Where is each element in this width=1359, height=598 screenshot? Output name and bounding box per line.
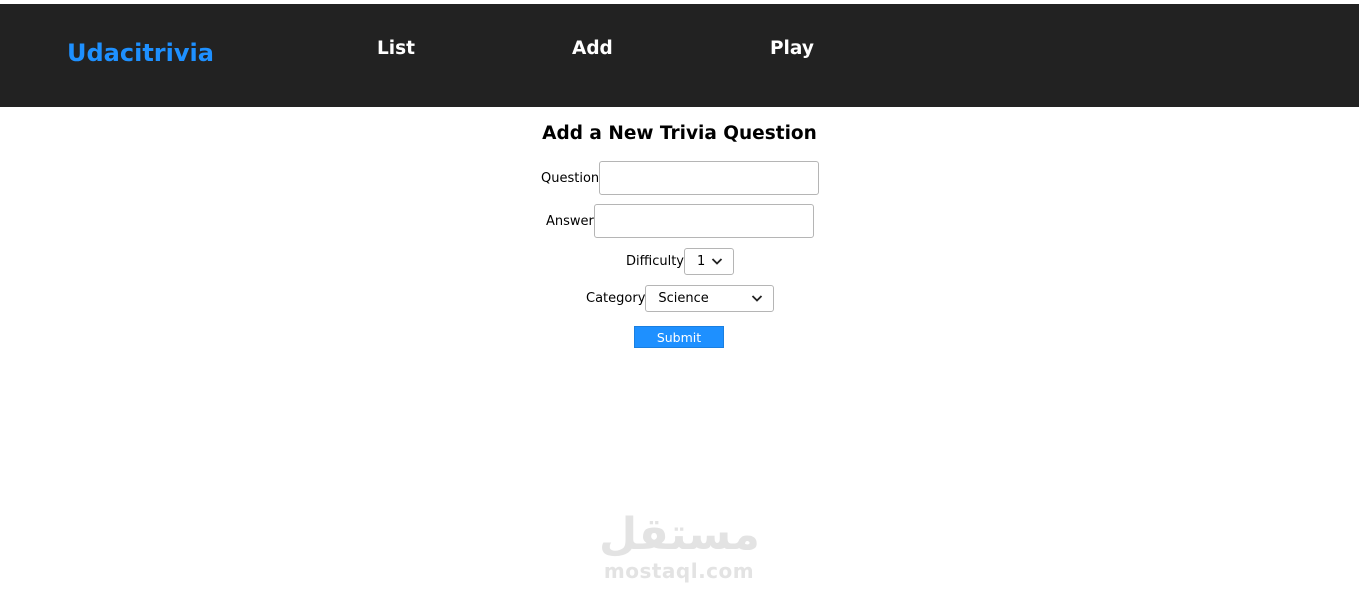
watermark: مستقل mostaql.com bbox=[599, 509, 760, 590]
nav-link-add[interactable]: Add bbox=[572, 36, 613, 62]
submit-button[interactable]: Submit bbox=[634, 326, 724, 348]
difficulty-row: Difficulty 1 bbox=[626, 248, 734, 275]
category-select[interactable]: Science bbox=[645, 285, 775, 312]
navbar: Udacitrivia List Add Play bbox=[0, 4, 1359, 107]
brand-logo[interactable]: Udacitrivia bbox=[67, 37, 214, 69]
page: Udacitrivia List Add Play Add a New Triv… bbox=[0, 0, 1359, 598]
difficulty-label: Difficulty bbox=[626, 254, 684, 269]
nav-link-list[interactable]: List bbox=[377, 36, 415, 62]
category-label: Category bbox=[586, 291, 646, 306]
category-value: Science bbox=[658, 291, 709, 306]
question-input[interactable] bbox=[599, 161, 820, 195]
watermark-latin: mostaql.com bbox=[603, 559, 755, 583]
answer-input[interactable] bbox=[593, 204, 814, 238]
difficulty-value: 1 bbox=[696, 254, 706, 269]
question-label: Question bbox=[541, 170, 600, 186]
nav-link-play[interactable]: Play bbox=[770, 36, 814, 62]
difficulty-select[interactable]: 1 bbox=[683, 248, 734, 275]
answer-label: Answer bbox=[546, 213, 594, 229]
form-title: Add a New Trivia Question bbox=[542, 123, 817, 144]
chevron-down-icon bbox=[711, 258, 723, 265]
watermark-arabic: مستقل bbox=[599, 509, 760, 560]
question-row: Question bbox=[541, 161, 820, 195]
category-row: Category Science bbox=[586, 285, 775, 312]
chevron-down-icon bbox=[752, 295, 763, 302]
answer-row: Answer bbox=[546, 204, 814, 238]
